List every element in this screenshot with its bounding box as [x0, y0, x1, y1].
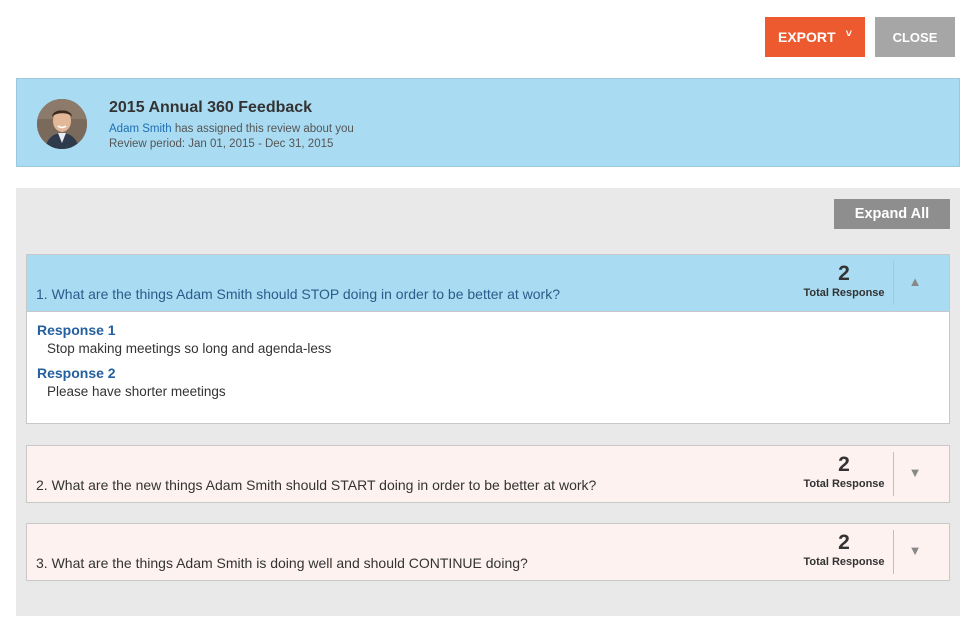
response-label: Response 2	[37, 365, 116, 381]
response-count-label: Total Response	[803, 287, 885, 299]
question-card: 3. What are the things Adam Smith is doi…	[26, 523, 950, 581]
response-count-number: 2	[838, 531, 850, 554]
response-text: Please have shorter meetings	[47, 384, 226, 399]
export-label: EXPORT	[777, 29, 836, 45]
response-count: 2 Total Response	[803, 452, 885, 490]
expand-toggle-icon[interactable]: ▼	[907, 466, 923, 480]
response-count: 2 Total Response	[803, 261, 885, 299]
question-header[interactable]: 3. What are the things Adam Smith is doi…	[27, 524, 949, 580]
collapse-toggle-icon[interactable]: ▲	[907, 275, 923, 289]
response-count: 2 Total Response	[803, 530, 885, 568]
export-button[interactable]: EXPORT ˅	[765, 17, 865, 57]
question-text: 1. What are the things Adam Smith should…	[36, 286, 560, 302]
question-text: 3. What are the things Adam Smith is doi…	[36, 555, 528, 571]
question-card: 1. What are the things Adam Smith should…	[26, 254, 950, 424]
divider	[893, 261, 894, 305]
close-button[interactable]: CLOSE	[875, 17, 955, 57]
chevron-down-icon: ˅	[845, 28, 852, 40]
question-header[interactable]: 2. What are the new things Adam Smith sh…	[27, 446, 949, 502]
review-period: Review period: Jan 01, 2015 - Dec 31, 20…	[109, 138, 334, 150]
response-label: Response 1	[37, 322, 116, 338]
feedback-panel: Expand All 1. What are the things Adam S…	[16, 188, 960, 616]
expand-toggle-icon[interactable]: ▼	[907, 544, 923, 558]
response-count-label: Total Response	[803, 556, 885, 568]
review-header: 2015 Annual 360 Feedback Adam Smith has …	[16, 78, 960, 167]
question-text: 2. What are the new things Adam Smith sh…	[36, 477, 597, 493]
expand-all-button[interactable]: Expand All	[834, 199, 950, 229]
user-photo-icon	[37, 99, 87, 149]
question-responses: Response 1 Stop making meetings so long …	[27, 311, 949, 423]
question-card: 2. What are the new things Adam Smith sh…	[26, 445, 950, 503]
assignment-text: has assigned this review about you	[171, 123, 354, 135]
avatar	[37, 99, 87, 149]
response-count-number: 2	[838, 262, 850, 285]
divider	[893, 452, 894, 496]
response-count-label: Total Response	[803, 478, 885, 490]
divider	[893, 530, 894, 574]
review-title: 2015 Annual 360 Feedback	[109, 99, 313, 116]
assignment-line: Adam Smith has assigned this review abou…	[109, 123, 354, 135]
top-toolbar: EXPORT ˅ CLOSE	[0, 0, 976, 70]
question-header[interactable]: 1. What are the things Adam Smith should…	[27, 255, 949, 311]
response-text: Stop making meetings so long and agenda-…	[47, 341, 332, 356]
assigner-link[interactable]: Adam Smith	[109, 123, 172, 135]
response-count-number: 2	[838, 453, 850, 476]
